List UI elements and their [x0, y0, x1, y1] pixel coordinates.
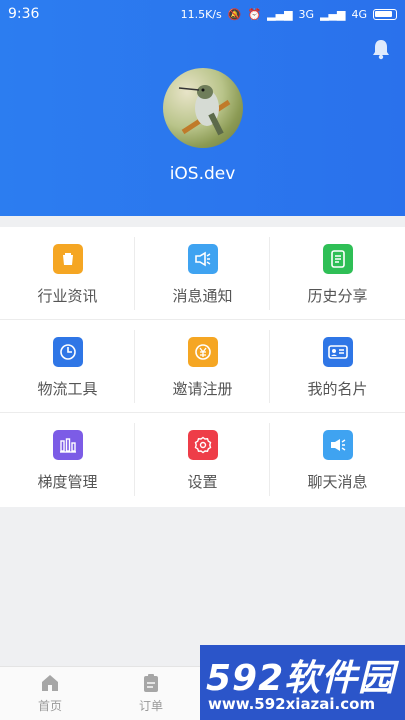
- avatar[interactable]: [163, 68, 243, 148]
- watermark-brand: 592软件园: [206, 658, 396, 699]
- tab-home[interactable]: 首页: [20, 673, 80, 714]
- grid-item-label: 我的名片: [307, 380, 368, 398]
- mute-icon: 🔕: [227, 7, 242, 21]
- signal-bars-icon-2: ▂▄▆: [320, 7, 346, 21]
- grid-item-settings[interactable]: 设置: [135, 413, 270, 506]
- username: iOS.dev: [169, 164, 236, 184]
- signal-3g: 3G: [298, 7, 315, 21]
- tab-label: 订单: [138, 699, 163, 713]
- home-icon: [42, 675, 58, 691]
- grid-item-label: 邀请注册: [172, 380, 233, 398]
- gear-icon: [187, 430, 218, 460]
- clock-icon: [52, 337, 83, 367]
- grid-item-label: 历史分享: [307, 287, 368, 305]
- profile-header: 9:36 11.5K/s 🔕 ⏰ ▂▄▆ 3G ▂▄▆ 4G iOS.dev: [0, 0, 405, 216]
- trash-icon: [52, 244, 83, 274]
- watermark-url: www.592xiazai.com: [208, 695, 376, 713]
- signal-bars-icon: ▂▄▆: [267, 7, 293, 21]
- grid-item-label: 物流工具: [37, 380, 98, 398]
- status-time: 9:36: [8, 6, 40, 22]
- tab-orders[interactable]: 订单: [121, 673, 181, 714]
- speaker-icon: [187, 244, 218, 274]
- chat-speaker-icon: [322, 430, 353, 460]
- status-bar: 9:36 11.5K/s 🔕 ⏰ ▂▄▆ 3G ▂▄▆ 4G: [0, 0, 405, 28]
- grid-item-business-card[interactable]: 我的名片: [270, 320, 405, 413]
- clipboard-icon: [144, 674, 158, 692]
- id-card-icon: [322, 337, 353, 367]
- grid-item-chat-messages[interactable]: 聊天消息: [270, 413, 405, 506]
- grid-item-label: 聊天消息: [307, 473, 368, 491]
- grid-item-invite-register[interactable]: 邀请注册: [135, 320, 270, 413]
- bar-chart-icon: [52, 430, 83, 460]
- bird-image: [178, 85, 231, 136]
- grid-item-tier-management[interactable]: 梯度管理: [0, 413, 135, 506]
- grid-item-notifications[interactable]: 消息通知: [135, 227, 270, 320]
- watermark-logo: 592软件园 www.592xiazai.com: [200, 645, 405, 720]
- grid-item-label: 梯度管理: [37, 473, 98, 491]
- grid-item-industry-news[interactable]: 行业资讯: [0, 227, 135, 320]
- bell-icon[interactable]: [371, 38, 391, 60]
- alarm-icon: ⏰: [247, 7, 262, 21]
- signal-4g: 4G: [351, 7, 367, 21]
- tab-label: 首页: [37, 699, 62, 713]
- grid-item-label: 行业资讯: [37, 287, 98, 305]
- document-icon: [322, 244, 353, 274]
- grid-item-label: 设置: [187, 473, 218, 491]
- grid-item-label: 消息通知: [172, 287, 233, 305]
- grid-item-logistics-tools[interactable]: 物流工具: [0, 320, 135, 413]
- grid-item-history-share[interactable]: 历史分享: [270, 227, 405, 320]
- feature-grid: 行业资讯 消息通知 历史分享 物流工具 邀请注册 我的名片 梯度管理 设置 聊天…: [0, 227, 405, 507]
- battery-icon: [373, 8, 397, 20]
- net-speed: 11.5K/s: [180, 7, 222, 21]
- refresh-yuan-icon: [187, 337, 218, 367]
